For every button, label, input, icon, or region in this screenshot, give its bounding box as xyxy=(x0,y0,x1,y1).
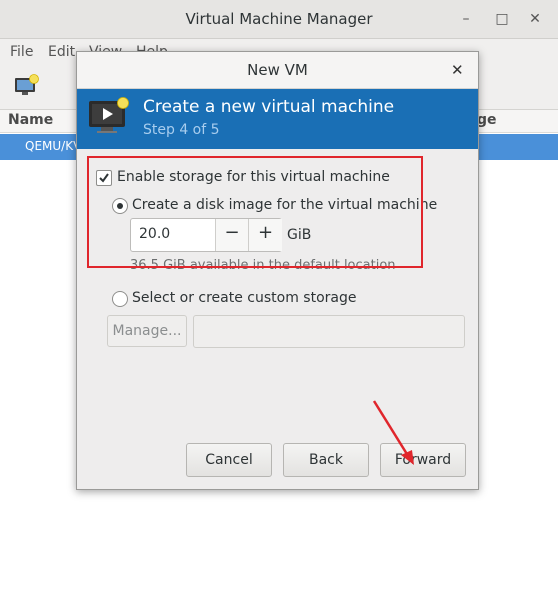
menu-file[interactable]: File xyxy=(10,44,33,60)
banner-step: Step 4 of 5 xyxy=(143,122,220,138)
maximize-icon[interactable]: □ xyxy=(495,12,509,26)
new-vm-toolbar-button[interactable] xyxy=(14,74,40,98)
banner-title: Create a new virtual machine xyxy=(143,97,395,117)
monitor-play-icon xyxy=(87,97,131,137)
usage-graph-strip xyxy=(552,65,558,505)
close-window-icon[interactable]: ✕ xyxy=(528,12,542,26)
back-button[interactable]: Back xyxy=(283,443,369,477)
custom-storage-path-input[interactable] xyxy=(193,315,465,348)
minimize-icon[interactable]: – xyxy=(459,12,473,26)
new-vm-icon xyxy=(15,74,39,95)
annotation-arrow-icon xyxy=(372,400,414,465)
connection-label: QEMU/KV xyxy=(25,139,82,153)
menu-edit[interactable]: Edit xyxy=(48,44,75,60)
manage-button[interactable]: Manage... xyxy=(107,315,187,347)
dialog-close-icon[interactable]: ✕ xyxy=(451,61,464,79)
dialog-title: New VM xyxy=(247,61,308,79)
main-window-title: Virtual Machine Manager xyxy=(185,10,373,28)
highlight-box xyxy=(87,156,423,268)
custom-storage-label[interactable]: Select or create custom storage xyxy=(132,290,357,306)
column-name-header[interactable]: Name xyxy=(8,112,53,128)
cancel-button[interactable]: Cancel xyxy=(186,443,272,477)
custom-storage-radio[interactable] xyxy=(112,291,128,307)
column-usage-header[interactable]: ge xyxy=(477,112,497,128)
